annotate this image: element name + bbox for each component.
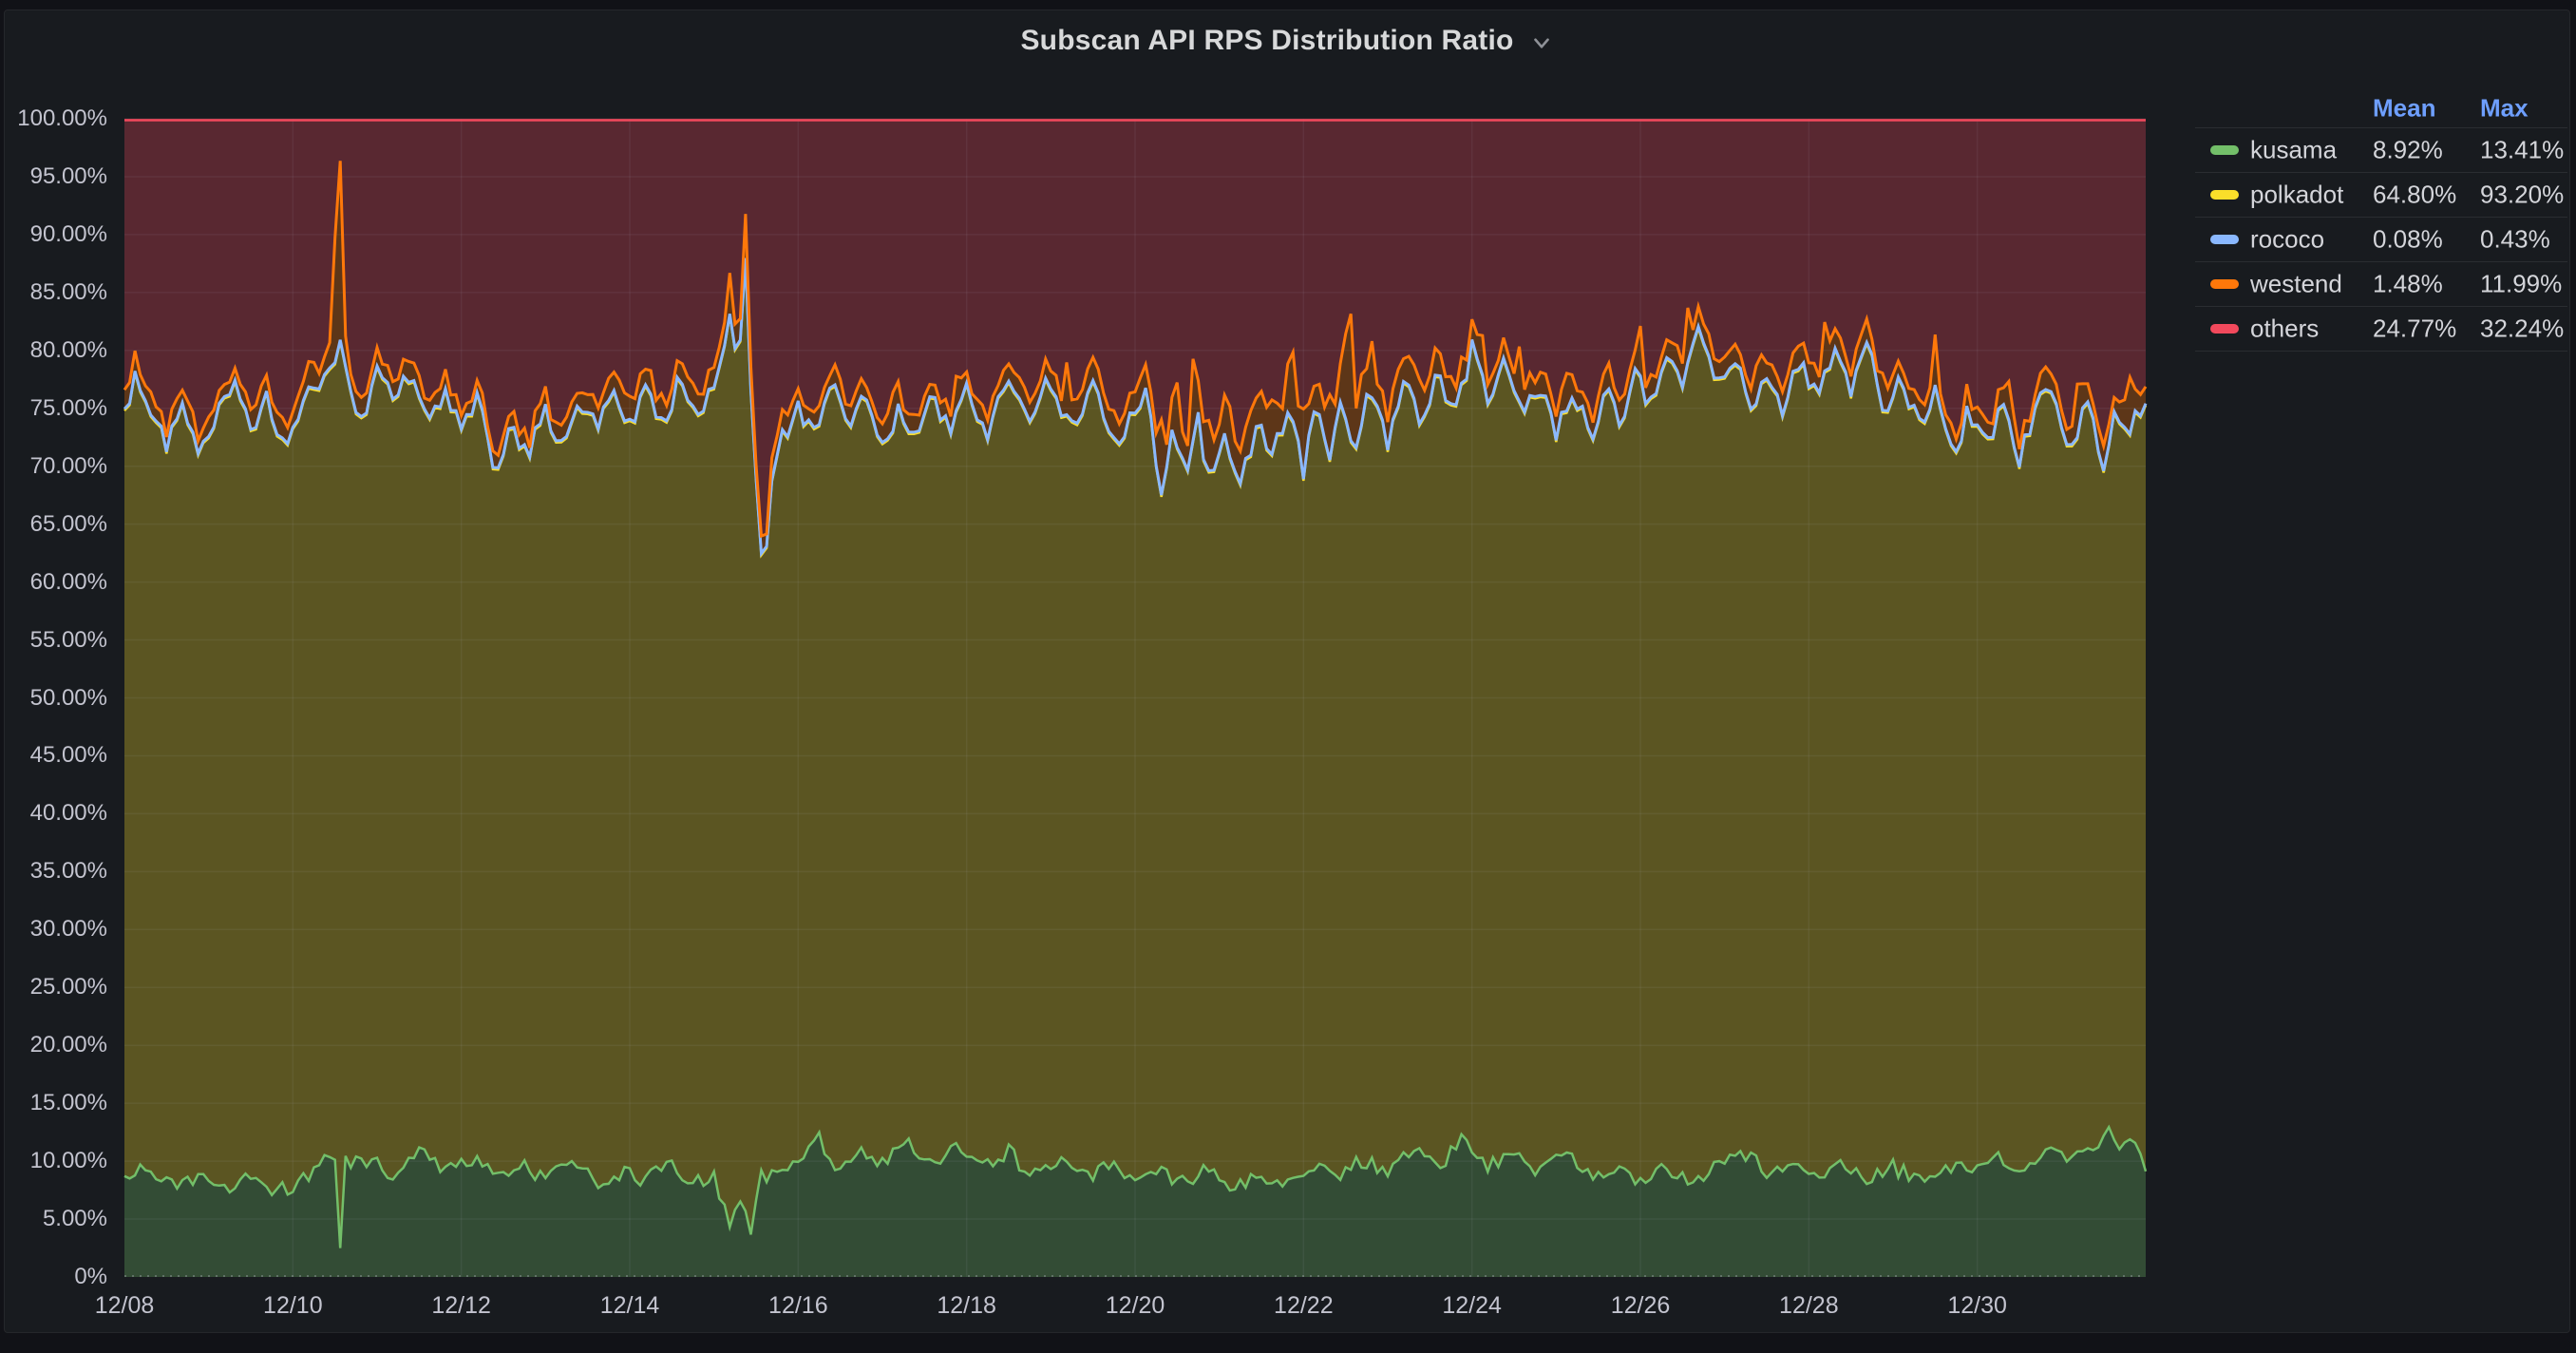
legend-row-polkadot[interactable]: polkadot 64.80% 93.20% (2195, 173, 2567, 218)
legend-mean-others: 24.77% (2373, 314, 2456, 344)
chevron-down-icon[interactable] (1529, 30, 1554, 55)
legend-swatch-kusama (2210, 145, 2239, 155)
legend-max-westend: 11.99% (2480, 270, 2562, 299)
y-tick-label: 0% (5, 1263, 107, 1291)
y-tick-label: 50.00% (5, 684, 107, 713)
x-tick-label: 12/16 (731, 1290, 864, 1321)
x-tick-label: 12/22 (1237, 1290, 1370, 1321)
y-tick-label: 70.00% (5, 452, 107, 481)
legend-row-rococo[interactable]: rococo 0.08% 0.43% (2195, 218, 2567, 262)
y-tick-label: 80.00% (5, 336, 107, 365)
x-tick-label: 12/28 (1742, 1290, 1875, 1321)
legend-max-rococo: 0.43% (2480, 225, 2550, 255)
legend-label-polkadot[interactable]: polkadot (2250, 181, 2343, 210)
legend-swatch-others (2210, 324, 2239, 333)
y-tick-label: 55.00% (5, 626, 107, 655)
x-tick-label: 12/12 (395, 1290, 528, 1321)
y-tick-label: 75.00% (5, 394, 107, 423)
y-tick-label: 60.00% (5, 568, 107, 597)
x-tick-label: 12/26 (1574, 1290, 1707, 1321)
y-tick-label: 10.00% (5, 1147, 107, 1175)
legend-mean-westend: 1.48% (2373, 270, 2443, 299)
legend-header-row: Mean Max (2195, 88, 2567, 128)
legend-column-header-mean[interactable]: Mean (2373, 93, 2435, 123)
x-tick-label: 12/30 (1911, 1290, 2044, 1321)
legend-swatch-polkadot (2210, 190, 2239, 200)
x-tick-label: 12/08 (58, 1290, 191, 1321)
legend-mean-polkadot: 64.80% (2373, 181, 2456, 210)
legend-label-westend[interactable]: westend (2250, 270, 2342, 299)
panel-header[interactable]: Subscan API RPS Distribution Ratio (5, 10, 2569, 71)
legend-table: Mean Max kusama 8.92% 13.41% polkadot 64.80% 93… (2195, 88, 2567, 352)
panel-subscan-rps: Subscan API RPS Distribution Ratio 0% 5.0… (4, 10, 2570, 1333)
legend-max-polkadot: 93.20% (2480, 181, 2564, 210)
x-tick-label: 12/10 (226, 1290, 359, 1321)
y-tick-label: 15.00% (5, 1089, 107, 1117)
legend-swatch-westend (2210, 279, 2239, 289)
x-tick-label: 12/18 (900, 1290, 1033, 1321)
y-tick-label: 30.00% (5, 915, 107, 943)
plot-area[interactable] (124, 119, 2146, 1277)
x-tick-label: 12/14 (563, 1290, 696, 1321)
x-tick-label: 12/20 (1069, 1290, 1202, 1321)
legend-mean-kusama: 8.92% (2373, 136, 2443, 165)
stacked-area-chart[interactable] (124, 119, 2146, 1277)
legend-row-others[interactable]: others 24.77% 32.24% (2195, 307, 2567, 352)
legend-max-others: 32.24% (2480, 314, 2564, 344)
legend-mean-rococo: 0.08% (2373, 225, 2443, 255)
y-tick-label: 95.00% (5, 162, 107, 191)
legend-row-westend[interactable]: westend 1.48% 11.99% (2195, 262, 2567, 307)
grafana-dashboard: { "page": { "background": "#111217", "pa… (0, 0, 2576, 1353)
y-tick-label: 65.00% (5, 510, 107, 539)
x-tick-label: 12/24 (1406, 1290, 1539, 1321)
y-tick-label: 25.00% (5, 973, 107, 1001)
legend-max-kusama: 13.41% (2480, 136, 2564, 165)
legend-label-rococo[interactable]: rococo (2250, 225, 2324, 255)
y-tick-label: 40.00% (5, 799, 107, 828)
y-tick-label: 35.00% (5, 857, 107, 886)
y-tick-label: 20.00% (5, 1031, 107, 1059)
legend-swatch-rococo (2210, 235, 2239, 244)
y-tick-label: 85.00% (5, 278, 107, 307)
y-tick-label: 90.00% (5, 220, 107, 249)
y-tick-label: 5.00% (5, 1205, 107, 1233)
legend-row-kusama[interactable]: kusama 8.92% 13.41% (2195, 128, 2567, 173)
y-tick-label: 100.00% (5, 105, 107, 133)
legend-label-others[interactable]: others (2250, 314, 2319, 344)
panel-title[interactable]: Subscan API RPS Distribution Ratio (1020, 25, 1513, 57)
legend-label-kusama[interactable]: kusama (2250, 136, 2337, 165)
y-tick-label: 45.00% (5, 741, 107, 770)
legend-column-header-max[interactable]: Max (2480, 93, 2529, 123)
